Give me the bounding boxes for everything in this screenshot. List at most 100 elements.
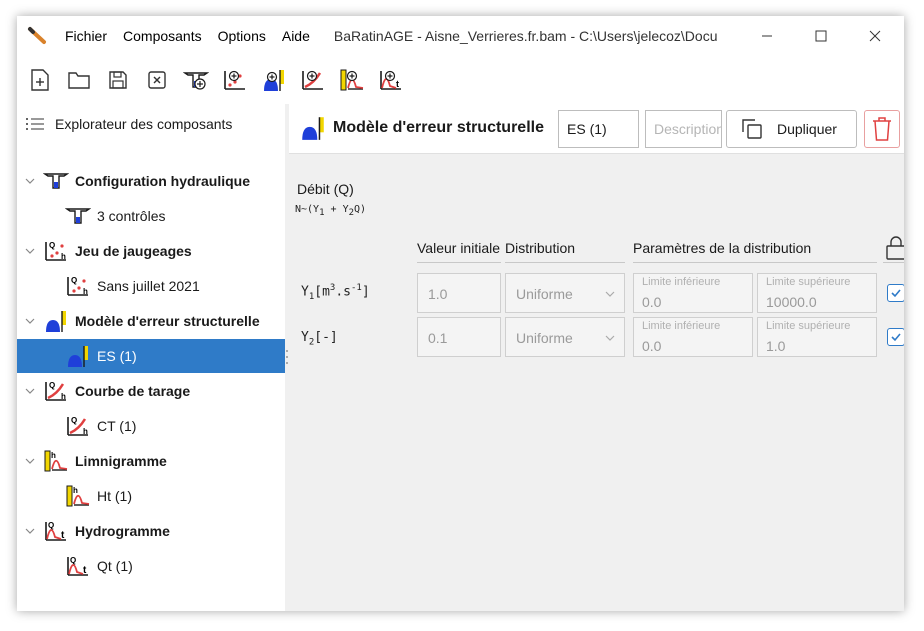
tree-item-ct-1[interactable]: Qh CT (1) xyxy=(17,409,285,443)
column-divider xyxy=(633,262,877,263)
close-window-button[interactable] xyxy=(852,16,898,56)
lower-bound-input[interactable]: Limite inférieure 0.0 xyxy=(633,273,753,313)
tree-group-rating-curve[interactable]: Qh Courbe de tarage xyxy=(17,374,285,408)
tree-item-ht-1[interactable]: h Ht (1) xyxy=(17,479,285,513)
main-panel: Modèle d'erreur structurelle ES (1) Desc… xyxy=(289,104,904,611)
add-gauging-icon[interactable] xyxy=(220,65,250,95)
tree-group-structural-error[interactable]: Modèle d'erreur structurelle xyxy=(17,304,285,338)
tree-group-stage-record[interactable]: h Limnigramme xyxy=(17,444,285,478)
trash-icon xyxy=(873,117,891,141)
column-divider xyxy=(417,262,501,263)
structural-error-icon xyxy=(302,117,324,140)
title-bar: Fichier Composants Options Aide BaRatinA… xyxy=(17,16,904,56)
explorer-header: Explorateur des composants xyxy=(17,104,285,144)
add-hydrograph-icon[interactable]: t xyxy=(376,65,406,95)
add-rating-curve-icon[interactable] xyxy=(298,65,328,95)
menu-options[interactable]: Options xyxy=(210,16,274,56)
splitter-grip-dot xyxy=(286,356,288,358)
tree-item-3-controles[interactable]: 3 contrôles xyxy=(17,199,285,233)
svg-text:h: h xyxy=(83,287,88,296)
stage-record-icon: h xyxy=(66,485,90,507)
tree-group-label: Jeu de jaugeages xyxy=(75,243,192,259)
gauging-icon: Qh xyxy=(67,276,88,296)
menu-fichier[interactable]: Fichier xyxy=(57,16,115,56)
new-file-icon[interactable] xyxy=(25,65,55,95)
tree-item-sans-juillet-2021[interactable]: Qh Sans juillet 2021 xyxy=(17,269,285,303)
param-name-y2: Y2[-] xyxy=(301,330,338,348)
lock-icon[interactable] xyxy=(885,235,904,261)
svg-text:h: h xyxy=(83,427,88,436)
initial-value-input[interactable]: 1.0 xyxy=(417,273,501,313)
svg-text:Q: Q xyxy=(70,556,76,565)
stage-record-icon: h xyxy=(44,450,68,472)
svg-text:h: h xyxy=(73,486,78,495)
tree-item-label: ES (1) xyxy=(97,348,137,364)
add-structural-error-icon[interactable] xyxy=(259,65,289,95)
minimize-button[interactable] xyxy=(744,16,790,56)
splitter-grip-dot xyxy=(286,362,288,364)
upper-bound-input[interactable]: Limite supérieure 10000.0 xyxy=(757,273,877,313)
lower-bound-input[interactable]: Limite inférieure 0.0 xyxy=(633,317,753,357)
structural-error-icon xyxy=(46,311,66,332)
list-icon xyxy=(26,118,44,130)
col-header-params: Paramètres de la distribution xyxy=(633,240,812,256)
splitter-grip-dot xyxy=(286,350,288,352)
checkmark-icon xyxy=(891,333,901,342)
component-explorer: Explorateur des composants Configuration… xyxy=(17,104,285,611)
chevron-down-icon[interactable] xyxy=(23,454,37,468)
app-logo-icon xyxy=(17,16,57,56)
app-window: Fichier Composants Options Aide BaRatinA… xyxy=(17,16,904,611)
description-input[interactable]: Description xyxy=(645,110,722,148)
component-name-input[interactable]: ES (1) xyxy=(558,110,639,148)
chevron-down-icon xyxy=(605,335,615,341)
close-file-icon[interactable] xyxy=(142,65,172,95)
tree-group-label: Limnigramme xyxy=(75,453,167,469)
hydraulic-config-icon xyxy=(65,208,91,224)
gauging-icon: Qh xyxy=(45,241,66,261)
menu-aide[interactable]: Aide xyxy=(274,16,318,56)
chevron-down-icon[interactable] xyxy=(23,174,37,188)
lock-checkbox[interactable] xyxy=(887,284,904,302)
distribution-select[interactable]: Uniforme xyxy=(505,273,625,313)
col-header-distribution: Distribution xyxy=(505,240,576,256)
tree-group-label: Modèle d'erreur structurelle xyxy=(75,313,260,329)
maximize-button[interactable] xyxy=(798,16,844,56)
chevron-down-icon[interactable] xyxy=(23,244,37,258)
tree-group-hydraulic-config[interactable]: Configuration hydraulique xyxy=(17,164,285,198)
col-header-initial: Valeur initiale xyxy=(417,240,501,256)
tree-item-label: Qt (1) xyxy=(97,558,133,574)
tree-item-label: CT (1) xyxy=(97,418,137,434)
rating-curve-icon: Qh xyxy=(67,416,88,436)
add-hydraulic-config-icon[interactable] xyxy=(181,65,211,95)
toolbar: t xyxy=(17,56,904,104)
open-folder-icon[interactable] xyxy=(64,65,94,95)
window-title: BaRatinAGE - Aisne_Verrieres.fr.bam - C:… xyxy=(333,28,718,44)
delete-button[interactable] xyxy=(864,110,900,148)
menu-composants[interactable]: Composants xyxy=(115,16,210,56)
initial-value-input[interactable]: 0.1 xyxy=(417,317,501,357)
svg-text:h: h xyxy=(51,451,56,460)
svg-text:Q: Q xyxy=(49,381,55,390)
tree-group-gauging[interactable]: Qh Jeu de jaugeages xyxy=(17,234,285,268)
tree-item-qt-1[interactable]: Qt Qt (1) xyxy=(17,549,285,583)
distribution-select[interactable]: Uniforme xyxy=(505,317,625,357)
tree-group-hydrograph[interactable]: Qt Hydrogramme xyxy=(17,514,285,548)
tree-item-label: 3 contrôles xyxy=(97,208,166,224)
upper-bound-input[interactable]: Limite supérieure 1.0 xyxy=(757,317,877,357)
chevron-down-icon[interactable] xyxy=(23,524,37,538)
save-icon[interactable] xyxy=(103,65,133,95)
hydrograph-icon: Qt xyxy=(45,521,66,541)
structural-error-icon xyxy=(68,346,88,367)
chevron-down-icon[interactable] xyxy=(23,384,37,398)
column-divider xyxy=(505,262,625,263)
component-header: Modèle d'erreur structurelle ES (1) Desc… xyxy=(289,104,904,154)
param-name-y1: Y1[m3.s-1] xyxy=(301,283,370,302)
tree-item-es-1[interactable]: ES (1) xyxy=(17,339,285,373)
lock-checkbox[interactable] xyxy=(887,328,904,346)
add-stage-record-icon[interactable] xyxy=(337,65,367,95)
duplicate-button[interactable]: Dupliquer xyxy=(726,110,857,148)
svg-text:Q: Q xyxy=(71,276,77,285)
tree-group-label: Configuration hydraulique xyxy=(75,173,250,189)
chevron-down-icon[interactable] xyxy=(23,314,37,328)
tree-item-label: Sans juillet 2021 xyxy=(97,278,200,294)
